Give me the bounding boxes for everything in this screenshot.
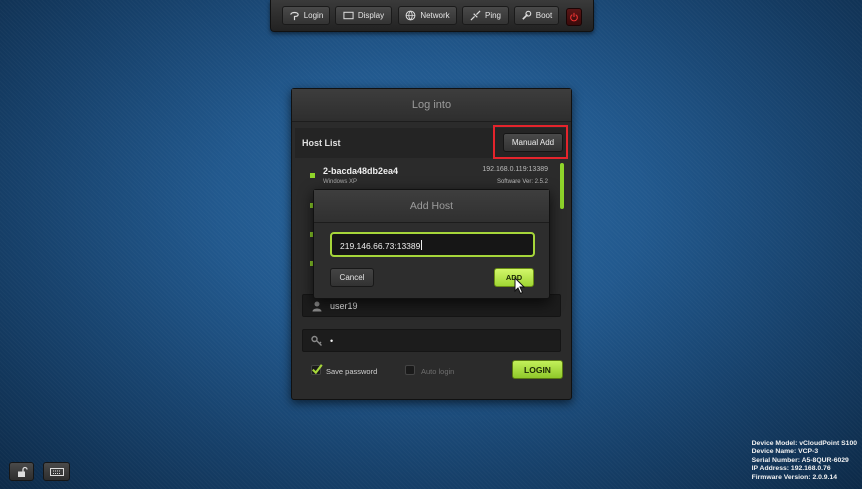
device-name: Device Name: VCP-3 xyxy=(751,448,819,456)
ping-button-label: Ping xyxy=(484,11,501,20)
serial-number: Serial Number: A5-8QUR-6029 xyxy=(751,456,849,464)
unlock-button[interactable] xyxy=(9,462,34,481)
panel-title: Log into xyxy=(292,89,571,122)
host-address-value: 219.146.66.73:13389 xyxy=(340,241,421,251)
password-field[interactable]: • xyxy=(302,329,561,352)
host-address-input[interactable]: 219.146.66.73:13389 xyxy=(330,232,535,257)
keyboard-button[interactable] xyxy=(43,462,70,481)
display-button[interactable]: Display xyxy=(335,6,392,25)
save-password-checkbox[interactable] xyxy=(311,364,323,375)
unlock-icon xyxy=(17,466,28,477)
host-ip: 192.168.0.119:13389 xyxy=(482,166,548,173)
host-os: Windows XP xyxy=(323,179,358,185)
network-button[interactable]: Network xyxy=(398,6,457,25)
key-icon xyxy=(311,335,322,346)
login-button[interactable]: Login xyxy=(282,6,330,25)
globe-icon xyxy=(405,10,416,21)
ping-icon xyxy=(470,10,481,21)
login-button-label: Login xyxy=(303,11,324,20)
device-info: Device Model: vCloudPoint S100 Device Na… xyxy=(752,440,857,482)
firmware-version: Firmware Version: 2.0.9.14 xyxy=(751,473,838,481)
wrench-icon xyxy=(522,10,532,20)
username-value: user19 xyxy=(330,301,358,311)
host-list-label: Host List xyxy=(302,138,341,148)
login-icon xyxy=(289,11,299,21)
mouse-cursor-icon xyxy=(514,277,526,295)
display-icon xyxy=(343,11,354,20)
user-icon xyxy=(312,301,322,312)
password-value: • xyxy=(330,336,334,346)
boot-button[interactable]: Boot xyxy=(514,6,559,25)
device-model: Device Model: vCloudPoint S100 xyxy=(751,440,857,447)
network-button-label: Network xyxy=(420,11,450,20)
text-caret xyxy=(421,240,423,250)
auto-login-checkbox[interactable] xyxy=(405,365,415,375)
ping-button[interactable]: Ping xyxy=(462,6,509,25)
host-name: 2-bacda48db2ea4 xyxy=(323,166,399,176)
boot-button-label: Boot xyxy=(535,11,553,20)
display-button-label: Display xyxy=(357,11,385,20)
host-list-scrollbar[interactable] xyxy=(560,163,564,209)
ip-address: IP Address: 192.168.0.76 xyxy=(751,465,831,473)
keyboard-icon xyxy=(49,467,64,476)
dialog-title: Add Host xyxy=(314,190,549,223)
host-version: Software Ver: 2.5.2 xyxy=(496,179,548,185)
power-button[interactable] xyxy=(566,8,582,26)
top-toolbar: Login Display Network Ping Boot xyxy=(270,0,594,32)
checkmark-icon xyxy=(312,364,323,375)
cancel-button[interactable]: Cancel xyxy=(330,268,374,287)
host-status-indicator xyxy=(310,173,315,178)
save-password-label[interactable]: Save password xyxy=(326,367,377,376)
power-icon xyxy=(570,12,578,22)
manual-add-highlight xyxy=(493,125,568,159)
auto-login-label[interactable]: Auto login xyxy=(421,367,454,376)
login-submit-button[interactable]: LOGIN xyxy=(512,360,563,379)
